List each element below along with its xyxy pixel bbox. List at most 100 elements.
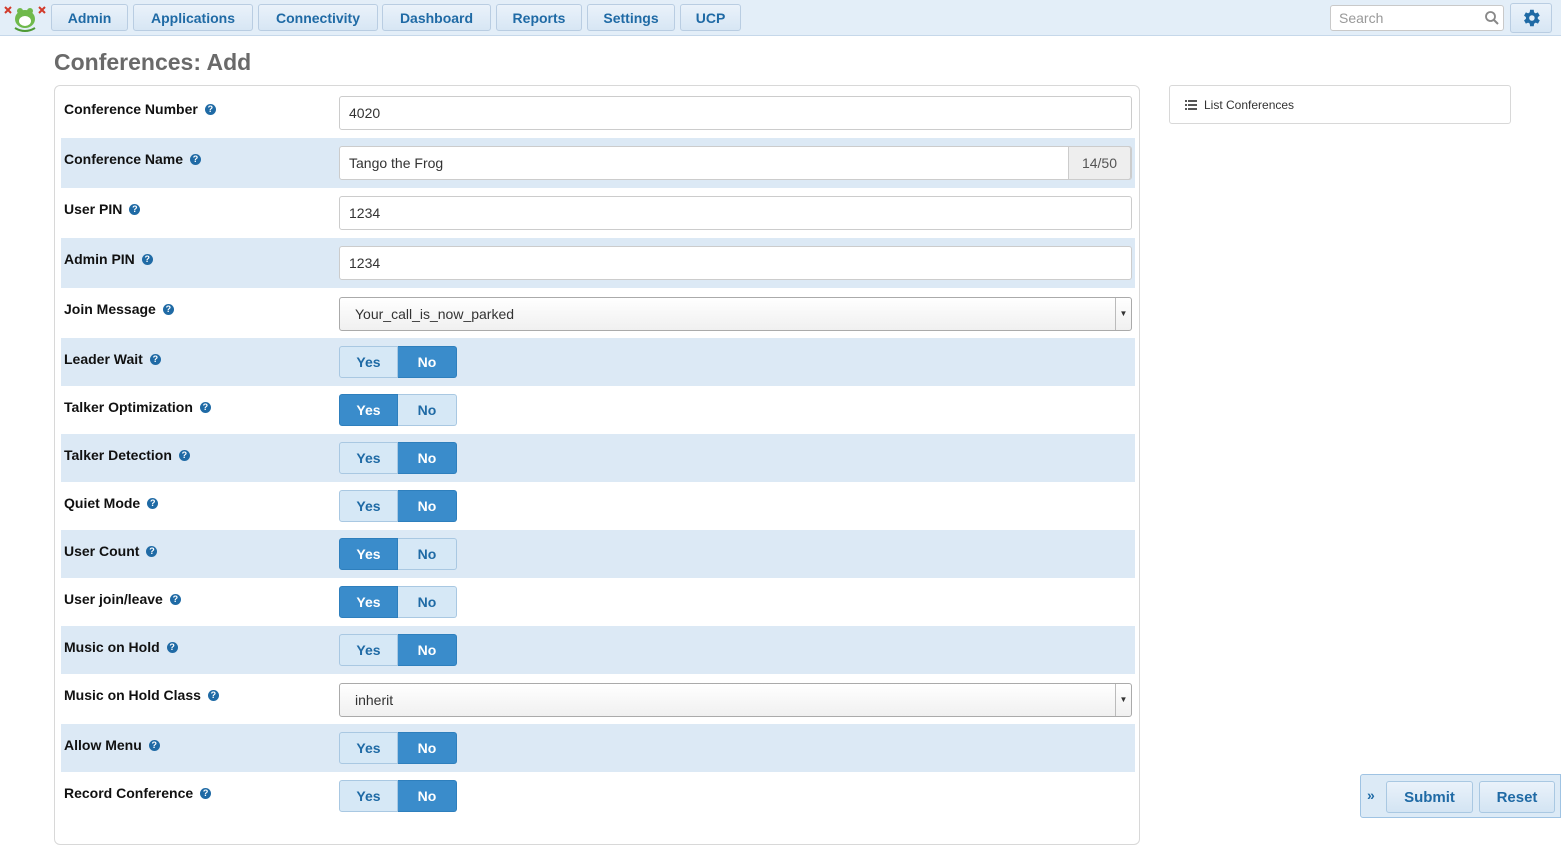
music-on-hold-label: Music on Hold?: [64, 639, 178, 655]
leader-wait-yes[interactable]: Yes: [339, 346, 398, 378]
character-counter: 14/50: [1068, 146, 1131, 180]
user-join-leave-label: User join/leave?: [64, 591, 181, 607]
help-icon[interactable]: ?: [166, 641, 178, 653]
nav-dashboard[interactable]: Dashboard: [382, 4, 491, 31]
row-conference-number: Conference Number? 4020: [61, 88, 1135, 138]
talker-optimization-yes[interactable]: Yes: [339, 394, 398, 426]
music-on-hold-class-select[interactable]: inherit ▼: [339, 683, 1132, 717]
list-conferences-label: List Conferences: [1204, 97, 1295, 112]
gear-icon: [1524, 9, 1540, 27]
leader-wait-toggle: Yes No: [339, 346, 457, 378]
row-talker-optimization: Talker Optimization? Yes No: [61, 386, 1135, 434]
conference-number-label: Conference Number?: [64, 101, 216, 117]
help-icon[interactable]: ?: [199, 401, 211, 413]
nav-connectivity[interactable]: Connectivity: [258, 4, 378, 31]
quiet-mode-yes[interactable]: Yes: [339, 490, 398, 522]
nav-admin[interactable]: Admin: [51, 4, 128, 31]
allow-menu-toggle: Yes No: [339, 732, 457, 764]
list-conferences-link[interactable]: List Conferences: [1169, 85, 1511, 124]
chevron-down-icon: ▼: [1115, 298, 1131, 330]
allow-menu-label: Allow Menu?: [64, 737, 160, 753]
talker-optimization-label: Talker Optimization?: [64, 399, 211, 415]
help-icon[interactable]: ?: [200, 787, 212, 799]
help-icon[interactable]: ?: [204, 103, 216, 115]
nav-applications[interactable]: Applications: [133, 4, 253, 31]
help-icon[interactable]: ?: [169, 593, 181, 605]
allow-menu-no[interactable]: No: [398, 732, 457, 764]
search-icon[interactable]: [1484, 10, 1500, 26]
quiet-mode-no[interactable]: No: [398, 490, 457, 522]
row-leader-wait: Leader Wait? Yes No: [61, 338, 1135, 386]
user-count-no[interactable]: No: [398, 538, 457, 570]
row-user-pin: User PIN? 1234: [61, 188, 1135, 238]
help-icon[interactable]: ?: [178, 449, 190, 461]
talker-detection-toggle: Yes No: [339, 442, 457, 474]
list-icon: [1185, 99, 1197, 110]
help-icon[interactable]: ?: [147, 497, 159, 509]
help-icon[interactable]: ?: [129, 203, 141, 215]
settings-gear-button[interactable]: [1510, 3, 1552, 33]
conference-name-value: Tango the Frog: [349, 155, 444, 171]
quiet-mode-label: Quiet Mode?: [64, 495, 159, 511]
row-admin-pin: Admin PIN? 1234: [61, 238, 1135, 288]
leader-wait-label: Leader Wait?: [64, 351, 161, 367]
conference-number-field[interactable]: 4020: [339, 96, 1132, 130]
user-join-leave-no[interactable]: No: [398, 586, 457, 618]
nav-ucp[interactable]: UCP: [680, 4, 741, 31]
admin-pin-label: Admin PIN?: [64, 251, 153, 267]
help-icon[interactable]: ?: [149, 353, 161, 365]
help-icon[interactable]: ?: [190, 153, 202, 165]
conference-name-label: Conference Name?: [64, 151, 202, 167]
music-on-hold-toggle: Yes No: [339, 634, 457, 666]
music-on-hold-class-value: inherit: [355, 692, 394, 708]
help-icon[interactable]: ?: [146, 545, 158, 557]
row-talker-detection: Talker Detection? Yes No: [61, 434, 1135, 482]
row-user-count: User Count? Yes No: [61, 530, 1135, 578]
user-count-toggle: Yes No: [339, 538, 457, 570]
leader-wait-no[interactable]: No: [398, 346, 457, 378]
help-icon[interactable]: ?: [141, 253, 153, 265]
row-conference-name: Conference Name? Tango the Frog 14/50: [61, 138, 1135, 188]
chevron-down-icon: ▼: [1115, 684, 1131, 716]
talker-detection-no[interactable]: No: [398, 442, 457, 474]
help-icon[interactable]: ?: [162, 303, 174, 315]
expand-chevron-icon[interactable]: »: [1367, 787, 1375, 803]
admin-pin-field[interactable]: 1234: [339, 246, 1132, 280]
conference-name-field[interactable]: Tango the Frog 14/50: [339, 146, 1132, 180]
nav-settings[interactable]: Settings: [587, 4, 675, 31]
frog-logo-icon[interactable]: [2, 2, 48, 34]
talker-detection-label: Talker Detection?: [64, 447, 190, 463]
row-join-message: Join Message? Your_call_is_now_parked ▼: [61, 288, 1135, 338]
user-count-label: User Count?: [64, 543, 158, 559]
reset-button[interactable]: Reset: [1479, 781, 1555, 813]
conference-form: Conference Number? 4020 Conference Name?…: [54, 85, 1140, 845]
quiet-mode-toggle: Yes No: [339, 490, 457, 522]
record-conference-label: Record Conference?: [64, 785, 212, 801]
join-message-select[interactable]: Your_call_is_now_parked ▼: [339, 297, 1132, 331]
record-conference-yes[interactable]: Yes: [339, 780, 398, 812]
help-icon[interactable]: ?: [207, 689, 219, 701]
page-title: Conferences: Add: [54, 49, 252, 75]
join-message-value: Your_call_is_now_parked: [355, 306, 515, 322]
user-pin-field[interactable]: 1234: [339, 196, 1132, 230]
row-music-on-hold-class: Music on Hold Class? inherit ▼: [61, 674, 1135, 724]
row-allow-menu: Allow Menu? Yes No: [61, 724, 1135, 772]
music-on-hold-no[interactable]: No: [398, 634, 457, 666]
row-user-join-leave: User join/leave? Yes No: [61, 578, 1135, 626]
user-count-yes[interactable]: Yes: [339, 538, 398, 570]
action-bar: » Submit Reset: [1360, 774, 1561, 818]
music-on-hold-yes[interactable]: Yes: [339, 634, 398, 666]
top-nav-bar: Admin Applications Connectivity Dashboar…: [0, 0, 1561, 36]
record-conference-toggle: Yes No: [339, 780, 457, 812]
row-music-on-hold: Music on Hold? Yes No: [61, 626, 1135, 674]
user-join-leave-yes[interactable]: Yes: [339, 586, 398, 618]
allow-menu-yes[interactable]: Yes: [339, 732, 398, 764]
talker-optimization-no[interactable]: No: [398, 394, 457, 426]
record-conference-no[interactable]: No: [398, 780, 457, 812]
music-on-hold-class-label: Music on Hold Class?: [64, 687, 219, 703]
help-icon[interactable]: ?: [148, 739, 160, 751]
submit-button[interactable]: Submit: [1386, 781, 1473, 813]
search-input[interactable]: Search: [1330, 5, 1504, 31]
nav-reports[interactable]: Reports: [496, 4, 582, 31]
talker-detection-yes[interactable]: Yes: [339, 442, 398, 474]
